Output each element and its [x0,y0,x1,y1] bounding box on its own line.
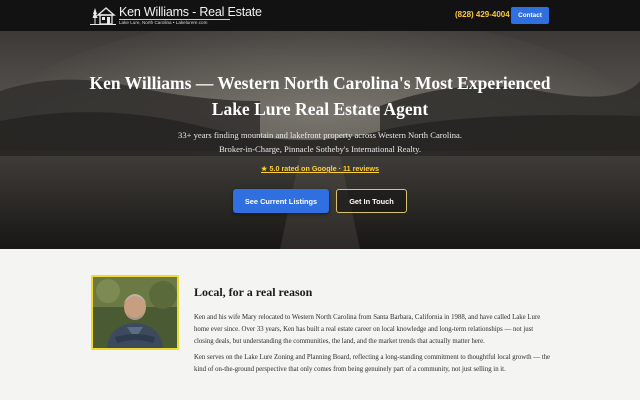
hero-subtitle: 33+ years finding mountain and lakefront… [90,128,550,156]
house-with-trees-icon [90,7,116,25]
contact-button[interactable]: Contact [511,7,549,24]
about-section: Local, for a real reason Ken and his wif… [0,249,640,400]
hero-subtitle-line1: 33+ years finding mountain and lakefront… [178,130,462,140]
see-listings-button[interactable]: See Current Listings [233,189,329,213]
hero-section: Ken Williams — Western North Carolina's … [0,31,640,249]
hero-title-line2: Lake Lure Real Estate Agent [211,99,429,119]
agent-portrait [91,275,179,350]
hero-title-line1: Ken Williams — Western North Carolina's … [89,73,551,93]
about-paragraph-1: Ken and his wife Mary relocated to Weste… [194,314,541,345]
get-in-touch-button[interactable]: Get In Touch [336,189,407,213]
logo-tagline: Lake Lure, North Carolina • Lakelurere.c… [119,20,208,25]
logo-title: Ken Williams - Real Estate [119,5,262,19]
site-header: Ken Williams - Real Estate Lake Lure, No… [0,0,640,31]
about-paragraph-2: Ken serves on the Lake Lure Zoning and P… [194,354,550,373]
site-logo[interactable]: Ken Williams - Real Estate Lake Lure, No… [90,4,262,27]
google-rating-link[interactable]: ★ 5.0 rated on Google · 11 reviews [261,164,379,173]
about-heading: Local, for a real reason [194,285,313,299]
portrait-image [93,277,177,348]
hero-subtitle-line2: Broker-in-Charge, Pinnacle Sotheby's Int… [218,144,422,154]
hero-title: Ken Williams — Western North Carolina's … [60,70,580,122]
phone-link[interactable]: (828) 429-4004 [455,10,510,19]
